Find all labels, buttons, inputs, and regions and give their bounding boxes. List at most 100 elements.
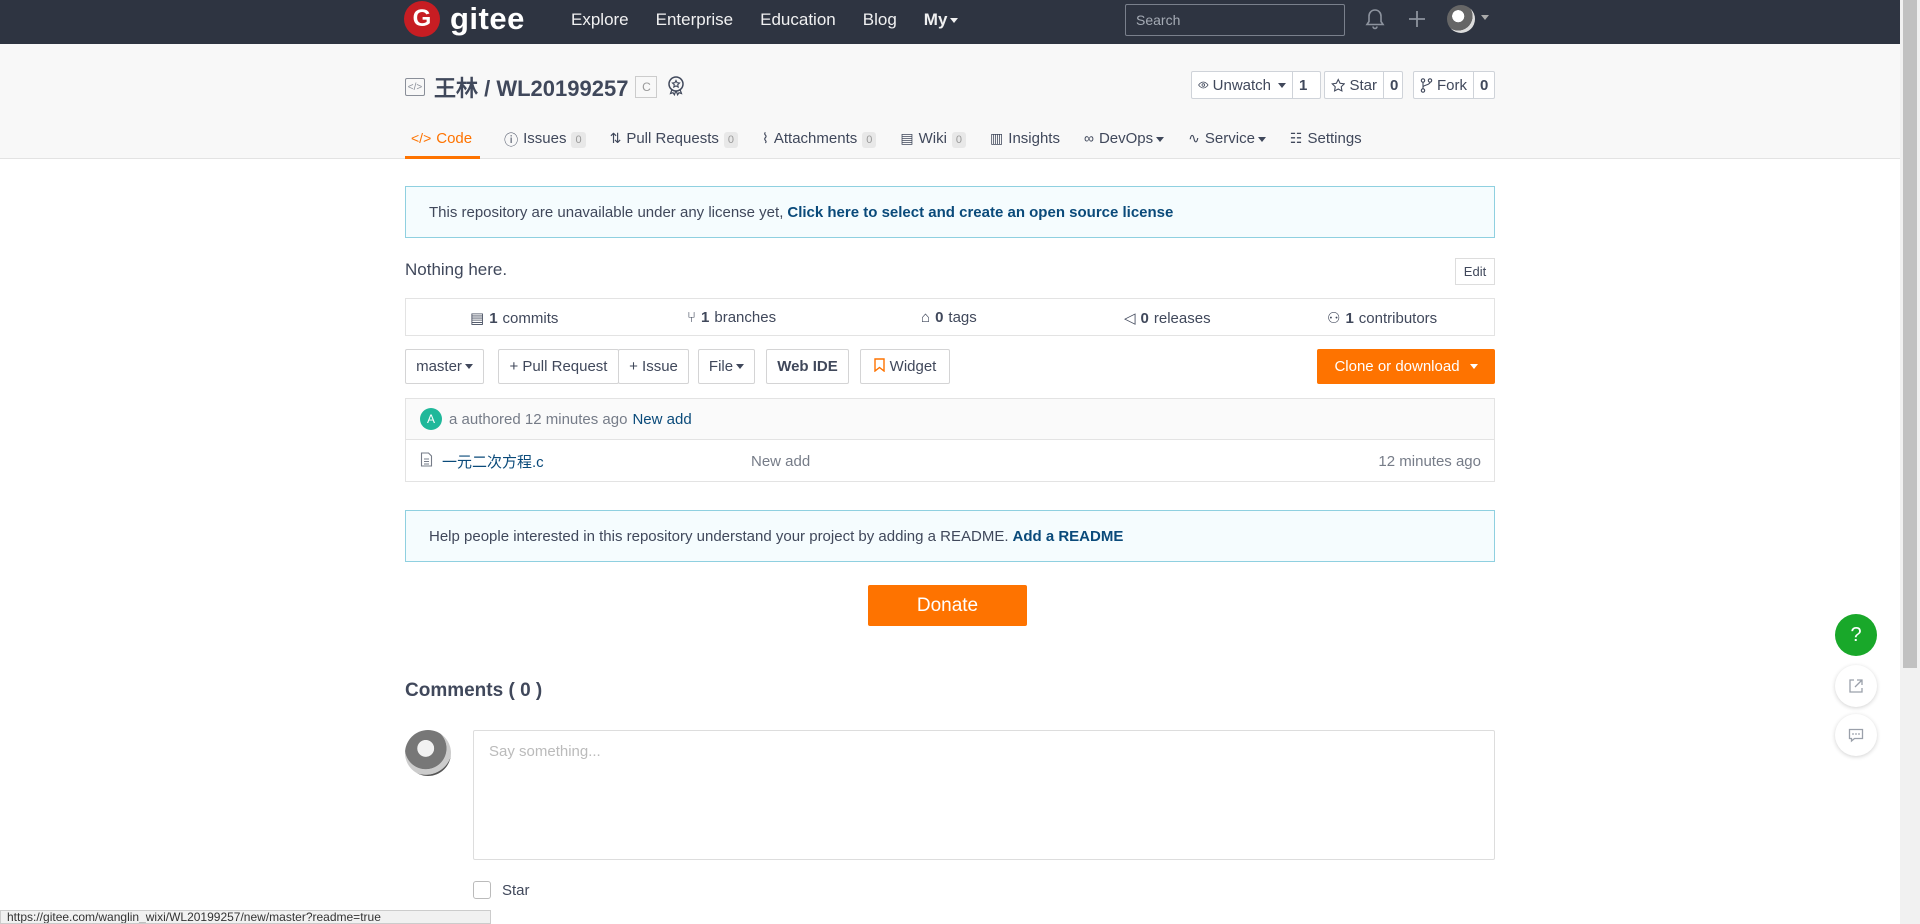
service-chevron-down-icon xyxy=(1257,137,1266,142)
nav-blog[interactable]: Blog xyxy=(863,10,897,30)
unwatch-chevron-down-icon xyxy=(1278,82,1286,88)
external-link-icon xyxy=(1849,679,1863,693)
tab-wiki-count: 0 xyxy=(951,132,967,148)
nav-links: Explore Enterprise Education Blog My xyxy=(571,0,985,40)
share-button[interactable] xyxy=(1835,665,1877,707)
star-count[interactable]: 0 xyxy=(1383,72,1404,98)
star-checkbox[interactable] xyxy=(473,881,491,899)
commit-author-avatar[interactable]: A xyxy=(420,408,442,430)
fork-count[interactable]: 0 xyxy=(1473,72,1494,98)
contributors-count: 1 xyxy=(1345,309,1354,327)
tag-icon: ⌂ xyxy=(921,309,931,326)
unwatch-button[interactable]: Unwatch 1 xyxy=(1191,71,1321,99)
tab-wiki-label: Wiki xyxy=(918,130,947,147)
comments-title: Comments ( 0 ) xyxy=(405,680,543,701)
unwatch-label-group: Unwatch xyxy=(1192,72,1292,98)
comment-input[interactable] xyxy=(473,730,1495,860)
pull-request-icon: ⇅ xyxy=(609,130,622,146)
tab-wiki[interactable]: ▤ Wiki 0 xyxy=(900,124,967,159)
file-commit-message[interactable]: New add xyxy=(751,453,810,470)
help-button[interactable]: ? xyxy=(1835,614,1877,656)
book-icon: ▤ xyxy=(900,130,914,146)
fork-button[interactable]: Fork 0 xyxy=(1413,71,1495,99)
tab-attachments[interactable]: ⌇ Attachments 0 xyxy=(762,124,877,159)
gitee-logo-icon: G xyxy=(404,1,440,37)
star-icon xyxy=(1331,77,1346,92)
stat-releases[interactable]: ◁ 0 releases xyxy=(1124,309,1211,328)
latest-commit-row: A a authored 12 minutes ago New add xyxy=(406,399,1494,440)
issue-icon: ⓘ xyxy=(504,132,519,148)
branches-label: branches xyxy=(714,309,777,326)
tab-issues-label: Issues xyxy=(523,130,567,147)
tab-issues[interactable]: ⓘ Issues 0 xyxy=(504,124,586,159)
widget-button[interactable]: Widget xyxy=(860,349,950,384)
status-bar-url: https://gitee.com/wanglin_wixi/WL2019925… xyxy=(0,910,491,924)
add-readme-link[interactable]: Add a README xyxy=(1013,528,1124,545)
brand-name: gitee xyxy=(450,1,525,36)
search-input[interactable] xyxy=(1125,4,1345,36)
chevron-down-icon xyxy=(950,18,959,24)
tab-insights-label: Insights xyxy=(1008,130,1060,147)
tab-devops[interactable]: ∞ DevOps xyxy=(1084,124,1165,159)
award-icon[interactable] xyxy=(665,74,687,100)
branch-select-label: master xyxy=(416,358,462,375)
avatar-chevron-down-icon[interactable] xyxy=(1481,15,1489,20)
stat-tags[interactable]: ⌂ 0 tags xyxy=(921,309,977,326)
stat-commits[interactable]: ▤ 1 commits xyxy=(470,309,559,328)
watch-count[interactable]: 1 xyxy=(1292,72,1313,98)
tab-pull-requests-label: Pull Requests xyxy=(626,130,719,147)
tab-settings[interactable]: ☷ Settings xyxy=(1290,124,1362,159)
plus-icon[interactable] xyxy=(1404,6,1430,32)
user-avatar[interactable] xyxy=(1447,5,1475,33)
clone-label: Clone or download xyxy=(1334,358,1460,375)
chat-icon xyxy=(1848,728,1864,743)
file-list: A a authored 12 minutes ago New add 一元二次… xyxy=(405,398,1495,482)
language-badge: C xyxy=(635,76,658,98)
feedback-button[interactable] xyxy=(1835,714,1877,756)
tab-service-label: Service xyxy=(1204,130,1255,147)
nav-education[interactable]: Education xyxy=(760,10,836,30)
repo-title[interactable]: 王林 / WL20199257 xyxy=(434,71,628,103)
readme-notice: Help people interested in this repositor… xyxy=(405,510,1495,562)
new-issue-button[interactable]: + Issue xyxy=(618,349,689,384)
star-button[interactable]: Star 0 xyxy=(1324,71,1403,99)
settings-icon: ☷ xyxy=(1289,130,1303,146)
tags-label: tags xyxy=(948,309,977,326)
gitee-logo[interactable]: G gitee xyxy=(404,1,525,37)
releases-count: 0 xyxy=(1140,309,1149,327)
tab-pull-requests[interactable]: ⇅ Pull Requests 0 xyxy=(609,124,739,159)
tab-insights[interactable]: ▥ Insights xyxy=(990,124,1060,159)
stat-contributors[interactable]: ⚇ 1 contributors xyxy=(1327,309,1437,328)
nav-explore[interactable]: Explore xyxy=(571,10,629,30)
edit-description-button[interactable]: Edit xyxy=(1455,258,1495,285)
new-pull-request-button[interactable]: + Pull Request xyxy=(498,349,619,384)
star-checkbox-label: Star xyxy=(502,881,530,899)
contributors-icon: ⚇ xyxy=(1327,310,1341,327)
file-dropdown[interactable]: File xyxy=(698,349,755,384)
tab-code[interactable]: </> Code xyxy=(405,124,481,159)
web-ide-button[interactable]: Web IDE xyxy=(766,349,849,384)
commit-message-link[interactable]: New add xyxy=(632,411,691,428)
paperclip-icon: ⌇ xyxy=(762,130,769,146)
scrollbar-thumb[interactable] xyxy=(1903,0,1917,668)
branch-select[interactable]: master xyxy=(405,349,484,384)
nav-enterprise[interactable]: Enterprise xyxy=(656,10,733,30)
code-repo-icon: </> xyxy=(405,78,425,96)
clone-or-download-button[interactable]: Clone or download xyxy=(1317,349,1495,384)
nav-my-dropdown[interactable]: My xyxy=(924,10,959,30)
license-create-link[interactable]: Click here to select and create an open … xyxy=(787,204,1173,221)
file-chevron-down-icon xyxy=(736,364,745,369)
commits-count: 1 xyxy=(489,309,498,327)
star-checkbox-row[interactable]: Star xyxy=(473,881,530,899)
stat-branches[interactable]: ⑂ 1 branches xyxy=(687,309,776,326)
fork-label: Fork xyxy=(1437,76,1467,94)
top-navbar: G gitee Explore Enterprise Education Blo… xyxy=(0,0,1900,44)
donate-button[interactable]: Donate xyxy=(868,585,1027,626)
bell-icon[interactable] xyxy=(1362,6,1388,32)
tab-service[interactable]: ∿ Service xyxy=(1188,124,1266,159)
star-label-group: Star xyxy=(1325,72,1383,98)
file-name-link[interactable]: 一元二次方程.c xyxy=(442,451,544,472)
file-icon xyxy=(420,451,433,471)
commenter-avatar xyxy=(405,730,451,776)
commits-label: commits xyxy=(502,309,559,327)
